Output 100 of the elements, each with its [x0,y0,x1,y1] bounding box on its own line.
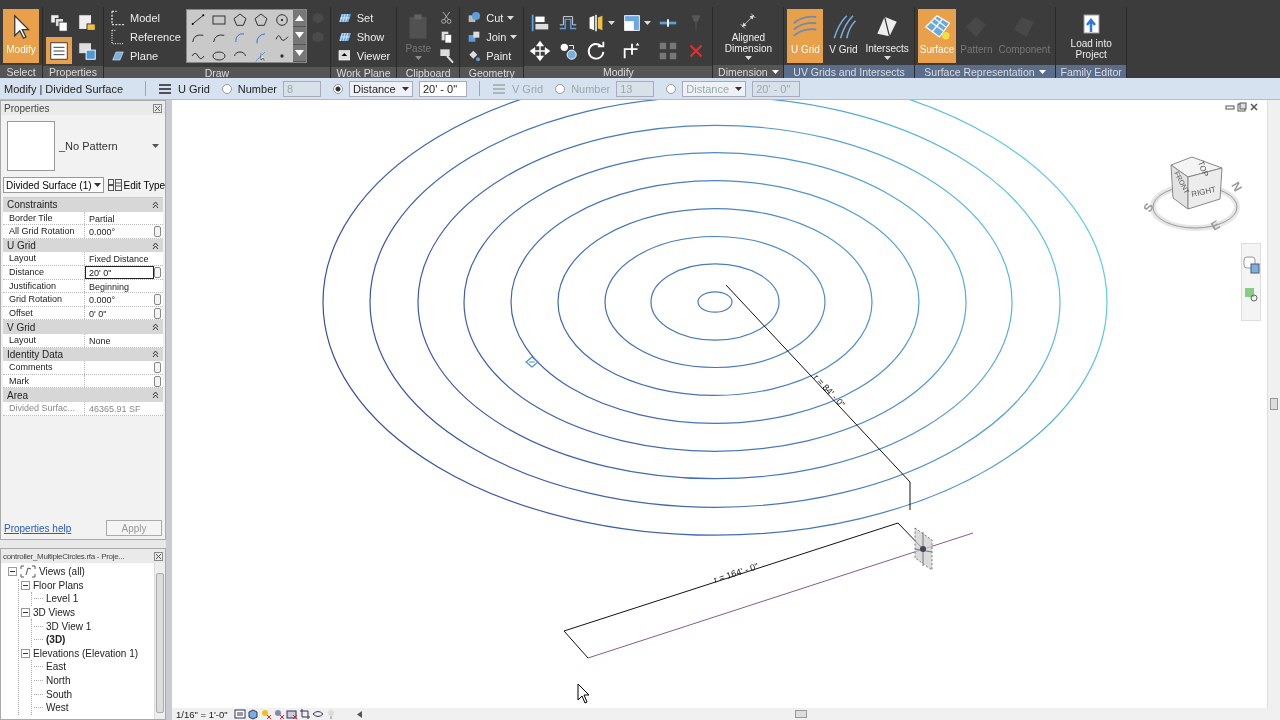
close-icon[interactable] [1249,102,1259,112]
property-group-header[interactable]: Constraints [3,198,163,212]
tree-item[interactable]: Floor Plans [33,579,84,591]
scroll-left-icon[interactable] [356,710,362,718]
collapse-icon[interactable] [21,648,30,658]
navigation-bar[interactable] [1241,243,1261,321]
ribbon-button[interactable]: Aligned Dimension [716,9,781,63]
collapse-icon[interactable] [152,200,159,209]
ribbon-button[interactable]: Cut [463,9,521,27]
panel-title: Work Plane [336,67,391,79]
scroll-up-icon[interactable] [294,15,304,22]
temporary-hide-icon[interactable] [311,708,324,720]
radio-button[interactable] [221,83,232,94]
line-tool-icon[interactable] [189,11,206,28]
minimize-icon[interactable] [1225,103,1235,111]
ribbon-button[interactable]: Plane [107,47,184,65]
ribbon-button[interactable]: Load into Project [1059,9,1124,63]
render-icon[interactable] [285,708,298,720]
close-icon[interactable] [153,103,162,113]
scroll-down-icon[interactable] [294,32,304,39]
close-icon[interactable] [154,551,163,561]
property-row[interactable]: Layout Fixed Distance [3,252,163,266]
property-value[interactable]: None [85,333,154,347]
ribbon-button[interactable]: Viewer [333,47,394,65]
tree-item[interactable]: East [46,661,66,673]
tree-item[interactable]: Elevations (Elevation 1) [33,647,139,659]
property-name: Border Tile [3,211,85,225]
ribbon-button[interactable]: Model [107,9,184,27]
tree-item[interactable]: North [46,675,71,687]
value-button[interactable] [154,266,161,278]
tree-item[interactable]: West [46,702,69,714]
crop-icon[interactable] [298,708,311,720]
view-cube[interactable] [1170,156,1223,210]
property-value[interactable]: Fixed Distance [85,252,154,265]
tree-item[interactable]: 3D Views [33,607,76,619]
collapse-icon[interactable] [152,391,159,400]
property-group-header[interactable]: V Grid [3,320,163,334]
value-button[interactable] [154,293,161,305]
instance-dropdown[interactable]: Divided Surface (1) [3,177,104,193]
property-value[interactable]: 0' 0" [85,306,154,320]
property-value[interactable]: 0.000° [85,293,154,306]
tool-button[interactable] [46,37,72,64]
radio-button[interactable] [332,83,343,94]
panel-title: Geometry [468,67,515,79]
ribbon-button[interactable]: Join [463,28,521,46]
ribbon-button[interactable]: Reference [107,28,184,46]
property-row[interactable]: All Grid Rotation 0.000° [3,225,163,239]
edit-type-button[interactable]: Edit Type [106,179,167,191]
collapse-icon[interactable] [21,608,30,618]
grid-label: V Grid [511,82,544,95]
panel-menu-icon[interactable] [1038,69,1046,74]
ribbon-button[interactable]: Show [333,28,394,46]
pentagon-tool-icon[interactable] [231,11,248,28]
tree-item[interactable]: Level 1 [46,593,79,605]
circle-tool-icon[interactable] [273,11,290,28]
tree-item[interactable]: Views (all) [39,566,85,578]
collapse-icon[interactable] [152,241,159,250]
type-selector[interactable]: _No Pattern [1,115,165,175]
property-name: Offset [3,306,85,320]
scroll-thumb[interactable] [794,710,807,718]
distance-field[interactable]: 20' - 0" [418,80,467,97]
steering-wheel-icon[interactable] [1242,254,1260,274]
radio-label: Number [571,82,611,95]
ribbon-button[interactable]: Paint [463,47,521,65]
collapse-icon[interactable] [152,323,159,332]
pentagon-tool-icon[interactable] [252,11,269,28]
value-button[interactable] [154,361,161,373]
view-scale[interactable]: 1/16" = 1'-0" [176,708,228,720]
shadows-icon[interactable] [272,708,285,720]
tree-item[interactable]: South [46,688,73,700]
grip-icon[interactable] [525,356,539,368]
sun-path-icon[interactable] [259,708,272,720]
collapse-icon[interactable] [21,580,30,590]
properties-help-link[interactable]: Properties help [4,522,72,534]
property-value[interactable]: 0.000° [85,225,154,238]
property-row[interactable]: Comments [3,361,163,375]
panel-menu-icon[interactable] [771,69,779,74]
ribbon-button[interactable]: V Grid [825,9,862,63]
scroll-thumb[interactable] [156,573,164,713]
gallery-expand-icon[interactable] [294,49,304,56]
collapse-icon[interactable] [152,350,159,359]
tree-item[interactable]: (3D) [46,634,66,646]
property-value[interactable]: Beginning [85,279,154,293]
property-row[interactable]: Grid Rotation 0.000° [3,293,163,307]
ribbon-button[interactable]: Intersects [863,9,911,63]
restore-icon[interactable] [1237,102,1247,112]
distance-dropdown[interactable]: Distance [348,80,413,97]
zoom-icon[interactable] [1243,286,1259,304]
value-button[interactable] [154,226,161,237]
caret-icon [883,56,891,60]
collapse-icon[interactable] [8,567,17,577]
property-group-header[interactable]: Area [3,388,163,402]
value-button[interactable] [154,375,161,387]
property-value[interactable]: 20' 0" [85,265,154,279]
tree-item[interactable]: 3D View 1 [46,620,92,632]
detail-level-icon[interactable] [233,708,246,720]
value-button[interactable] [154,307,161,319]
scroll-thumb[interactable] [1270,398,1278,410]
ribbon-button[interactable]: Set [333,9,394,27]
property-value[interactable]: Partial [85,211,154,225]
